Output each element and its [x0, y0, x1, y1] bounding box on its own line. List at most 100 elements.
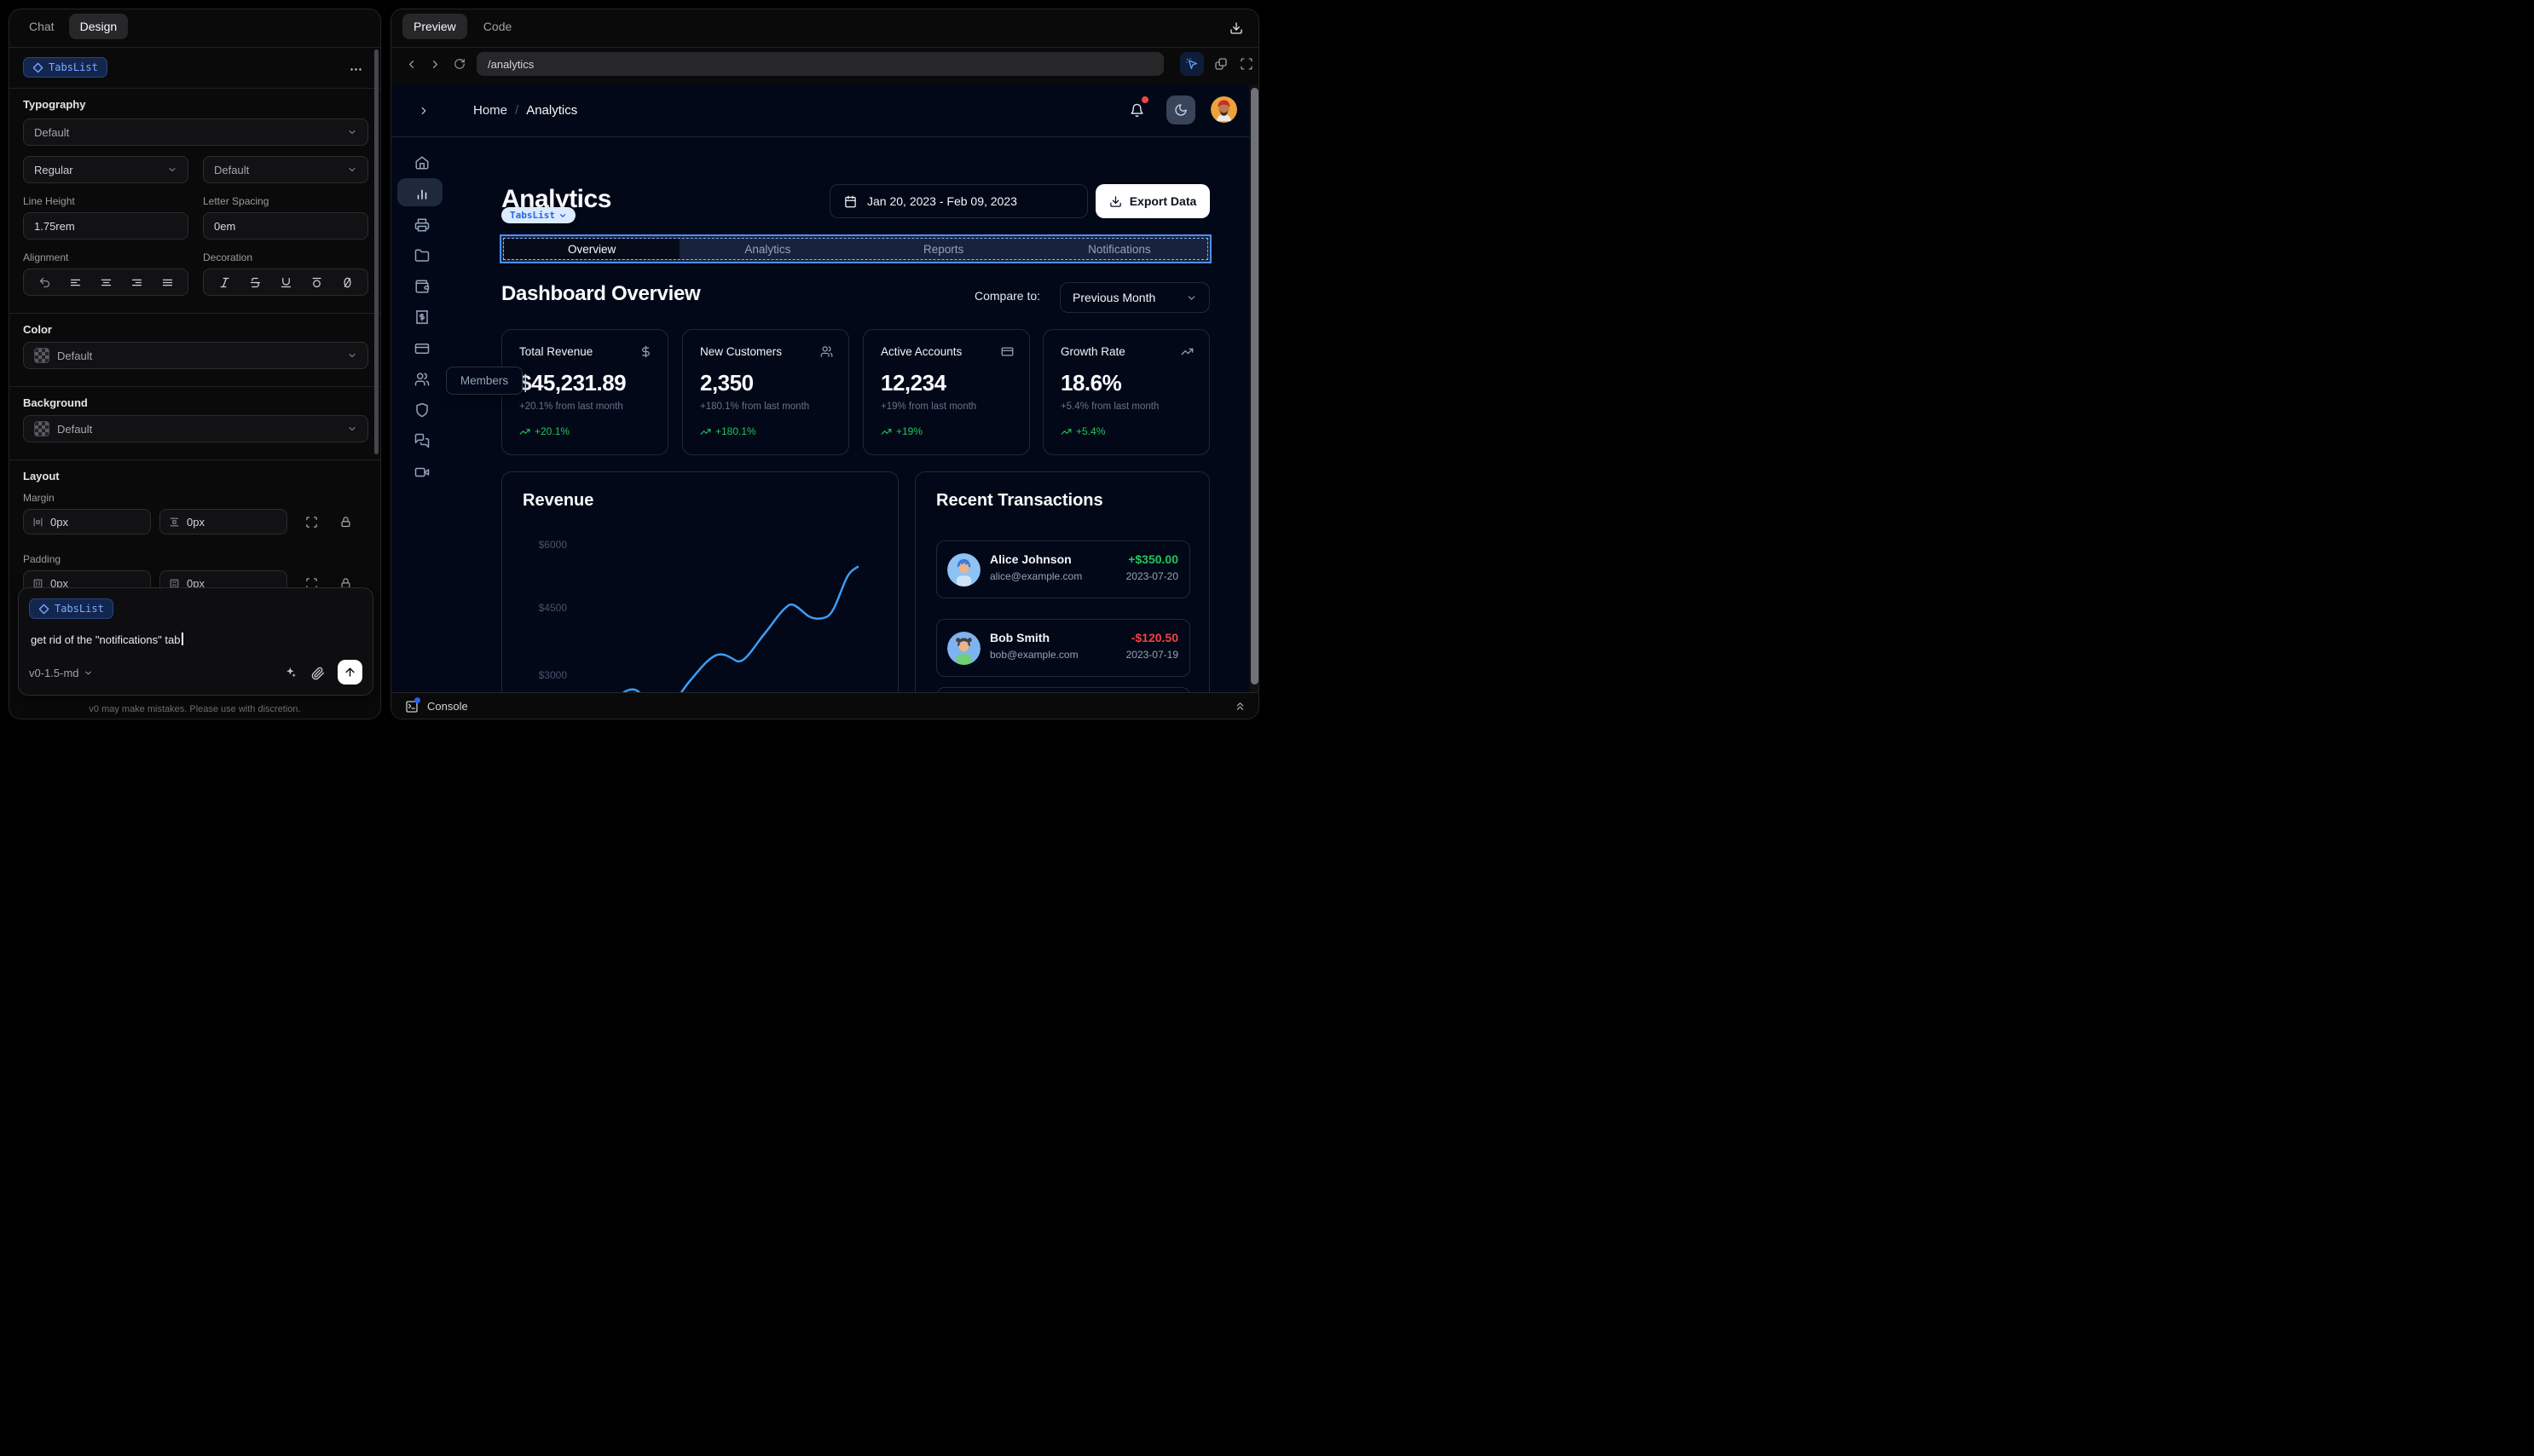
overline-icon[interactable]: [310, 276, 323, 289]
sidebar-toggle-button[interactable]: [418, 105, 430, 117]
tab-notifications[interactable]: Notifications: [1032, 239, 1207, 259]
background-swatch: [34, 421, 49, 436]
date-range-picker[interactable]: Jan 20, 2023 - Feb 09, 2023: [830, 184, 1088, 218]
attach-file-button[interactable]: [311, 667, 325, 680]
background-select[interactable]: Default: [23, 415, 368, 442]
more-options-button[interactable]: [349, 62, 363, 77]
strikethrough-icon[interactable]: [249, 276, 262, 289]
transactions-card: Recent Transactions Alice Johnson alice@…: [915, 471, 1210, 692]
members-tooltip: Members: [446, 367, 523, 395]
fullscreen-button[interactable]: [1240, 57, 1253, 71]
rail-printer-icon[interactable]: [414, 217, 430, 233]
model-select[interactable]: v0-1.5-md: [29, 667, 93, 679]
rail-security-icon[interactable]: [414, 402, 430, 418]
rail-members-icon[interactable]: [414, 372, 430, 387]
tab-code[interactable]: Code: [472, 14, 523, 39]
rail-messages-icon[interactable]: [414, 433, 430, 448]
transaction-row[interactable]: Alice Johnson alice@example.com +$350.00…: [936, 540, 1190, 598]
url-bar[interactable]: /analytics: [477, 52, 1164, 76]
duplicate-button[interactable]: [1214, 57, 1228, 71]
txn-email: alice@example.com: [990, 570, 1083, 582]
chevron-right-icon: [433, 61, 437, 68]
export-data-button[interactable]: Export Data: [1096, 184, 1210, 218]
tab-reports[interactable]: Reports: [856, 239, 1032, 259]
font-size-select[interactable]: Default: [203, 156, 368, 183]
tab-analytics[interactable]: Analytics: [680, 239, 855, 259]
font-weight-select[interactable]: Regular: [23, 156, 188, 183]
font-select[interactable]: Default: [23, 118, 368, 146]
rail-wallet-icon[interactable]: [414, 279, 430, 294]
stat-card-active-accounts: Active Accounts 12,234 +19% from last mo…: [863, 329, 1030, 455]
transaction-row[interactable]: Bob Smith bob@example.com -$120.50 2023-…: [936, 619, 1190, 677]
rail-analytics-icon[interactable]: [414, 186, 430, 201]
selected-component-chip[interactable]: TabsList: [23, 57, 107, 78]
undo-icon[interactable]: [38, 276, 51, 289]
tab-preview[interactable]: Preview: [402, 14, 467, 39]
section-title: Dashboard Overview: [501, 282, 701, 305]
line-height-input[interactable]: 1.75rem: [23, 212, 188, 240]
chevron-right-icon: [421, 107, 426, 115]
alignment-group: [23, 269, 188, 296]
margin-horizontal-icon: [32, 517, 43, 528]
rail-home-icon[interactable]: [414, 155, 430, 170]
download-button[interactable]: [1229, 21, 1243, 35]
theme-toggle-button[interactable]: [1166, 95, 1195, 124]
nav-refresh-button[interactable]: [454, 58, 466, 70]
avatar-image-alice: [947, 553, 981, 586]
notifications-bell-button[interactable]: [1130, 103, 1144, 118]
align-left-icon[interactable]: [69, 276, 82, 289]
no-decoration-icon[interactable]: [341, 276, 354, 289]
rail-receipt-icon[interactable]: [414, 309, 430, 325]
console-expand-button[interactable]: [1234, 700, 1247, 713]
stat-card-total-revenue: Total Revenue $45,231.89 +20.1% from las…: [501, 329, 668, 455]
align-right-icon[interactable]: [130, 276, 143, 289]
trending-up-icon: [1181, 345, 1194, 358]
component-badge[interactable]: TabsList: [501, 207, 576, 223]
color-select[interactable]: Default: [23, 342, 368, 369]
underline-icon[interactable]: [280, 276, 292, 289]
console-bar[interactable]: Console: [391, 692, 1258, 719]
tabs-list-selected: Overview Analytics Reports Notifications: [500, 234, 1212, 263]
italic-icon[interactable]: [218, 276, 231, 289]
margin-label: Margin: [23, 492, 55, 504]
margin-y-input[interactable]: 0px: [159, 509, 287, 534]
nav-forward-button[interactable]: [429, 58, 442, 71]
rail-video-icon[interactable]: [414, 465, 430, 480]
chevron-left-icon: [409, 61, 414, 68]
chevron-down-icon: [347, 127, 357, 137]
composer-component-chip[interactable]: TabsList: [29, 598, 113, 619]
nav-back-button[interactable]: [405, 58, 418, 71]
chevron-down-icon: [84, 671, 91, 675]
dollar-icon: [639, 345, 652, 358]
send-button[interactable]: [338, 660, 362, 685]
scrollbar-thumb[interactable]: [1251, 88, 1258, 685]
margin-x-input[interactable]: 0px: [23, 509, 151, 534]
margin-expand-button[interactable]: [305, 516, 318, 529]
decoration-label: Decoration: [203, 251, 253, 263]
design-panel-scrollbar[interactable]: [374, 49, 379, 454]
expand-icon: [306, 517, 317, 528]
compare-select[interactable]: Previous Month: [1060, 282, 1210, 313]
align-justify-icon[interactable]: [161, 276, 174, 289]
console-notification-dot: [414, 697, 420, 703]
chat-composer[interactable]: TabsList get rid of the "notifications" …: [18, 587, 373, 696]
tab-design[interactable]: Design: [68, 14, 129, 39]
tab-chat[interactable]: Chat: [18, 14, 66, 39]
download-icon: [1230, 22, 1242, 34]
stat-card-growth-rate: Growth Rate 18.6% +5.4% from last month …: [1043, 329, 1210, 455]
letter-spacing-input[interactable]: 0em: [203, 212, 368, 240]
composer-input[interactable]: get rid of the "notifications" tab: [31, 633, 183, 646]
inspect-mode-button[interactable]: [1180, 52, 1204, 76]
tab-overview[interactable]: Overview: [504, 239, 680, 259]
user-avatar[interactable]: [1211, 96, 1237, 123]
enhance-prompt-button[interactable]: [284, 666, 298, 679]
breadcrumb-home[interactable]: Home: [473, 103, 507, 118]
txn-amount: +$350.00: [1128, 552, 1178, 566]
transactions-title: Recent Transactions: [936, 491, 1103, 510]
margin-lock-button[interactable]: [339, 516, 352, 529]
rail-credit-card-icon[interactable]: [414, 341, 430, 356]
revenue-chart-card: Revenue $6000 $4500 $3000: [501, 471, 899, 692]
rail-folder-icon[interactable]: [414, 248, 430, 263]
align-center-icon[interactable]: [100, 276, 113, 289]
preview-scrollbar[interactable]: [1249, 84, 1258, 692]
